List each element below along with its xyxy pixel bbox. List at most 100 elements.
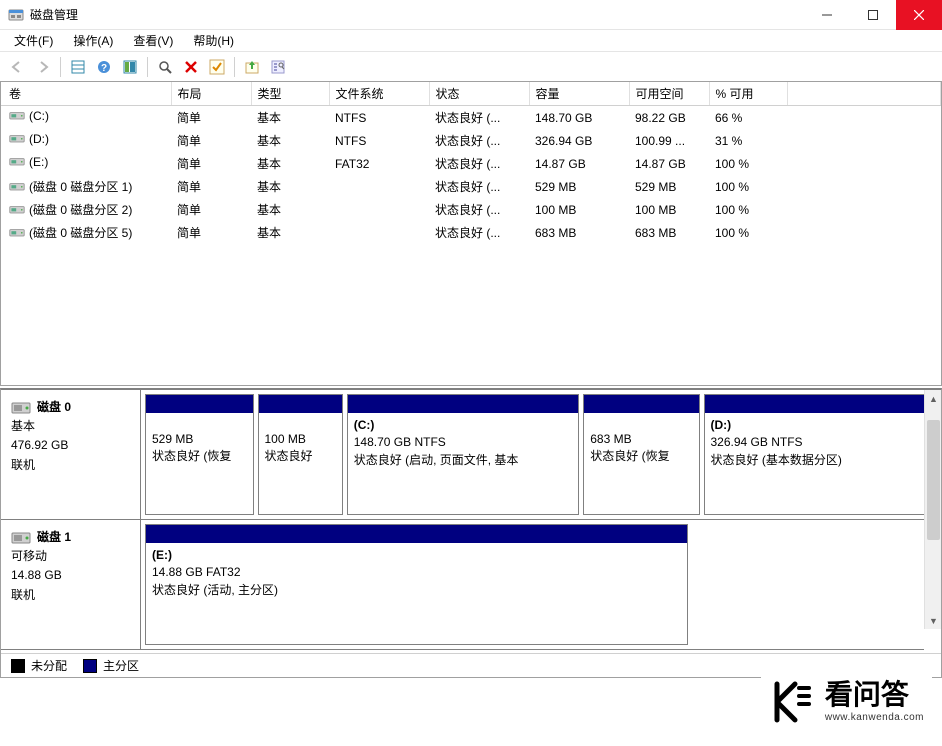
legend-primary: 主分区 xyxy=(83,657,139,674)
cell-pct: 100 % xyxy=(709,221,787,244)
table-row[interactable]: (E:)简单基本FAT32状态良好 (...14.87 GB14.87 GB10… xyxy=(1,152,941,175)
partition-size: 148.70 GB NTFS xyxy=(354,434,573,451)
menu-help[interactable]: 帮助(H) xyxy=(185,30,242,51)
col-filesystem[interactable]: 文件系统 xyxy=(329,82,429,106)
partition-block[interactable]: 683 MB状态良好 (恢复 xyxy=(583,394,699,515)
volume-icon xyxy=(9,181,25,193)
window-controls xyxy=(804,0,942,30)
cell-volume: (磁盘 0 磁盘分区 5) xyxy=(1,221,171,244)
partition-block[interactable]: 100 MB状态良好 xyxy=(258,394,343,515)
menu-bar: 文件(F) 操作(A) 查看(V) 帮助(H) xyxy=(0,30,942,52)
cell-type: 基本 xyxy=(251,129,329,152)
legend-unallocated-label: 未分配 xyxy=(31,657,67,674)
properties-button[interactable] xyxy=(267,56,289,78)
partition-name: (C:) xyxy=(354,417,573,434)
cell-filesystem xyxy=(329,198,429,221)
cell-volume: (C:) xyxy=(1,106,171,126)
table-row[interactable]: (C:)简单基本NTFS状态良好 (...148.70 GB98.22 GB66… xyxy=(1,106,941,130)
toolbar: ? xyxy=(0,52,942,82)
partition-status: 状态良好 xyxy=(265,448,336,465)
partition-block[interactable]: (C:)148.70 GB NTFS状态良好 (启动, 页面文件, 基本 xyxy=(347,394,580,515)
partition-block[interactable]: (D:)326.94 GB NTFS状态良好 (基本数据分区) xyxy=(704,394,937,515)
cell-filesystem: FAT32 xyxy=(329,152,429,175)
app-icon xyxy=(8,7,24,23)
disk-status: 联机 xyxy=(11,456,130,475)
scroll-up-arrow[interactable]: ▲ xyxy=(925,390,941,407)
table-row[interactable]: (D:)简单基本NTFS状态良好 (...326.94 GB100.99 ...… xyxy=(1,129,941,152)
volume-icon xyxy=(9,133,25,145)
cell-free: 683 MB xyxy=(629,221,709,244)
cell-layout: 简单 xyxy=(171,175,251,198)
volume-table[interactable]: 卷 布局 类型 文件系统 状态 容量 可用空间 % 可用 (C:)简单基本NTF… xyxy=(1,82,941,244)
partition-name: (E:) xyxy=(152,547,681,564)
cell-status: 状态良好 (... xyxy=(429,198,529,221)
partition-status: 状态良好 (活动, 主分区) xyxy=(152,582,681,599)
minimize-button[interactable] xyxy=(804,0,850,30)
partition-size: 683 MB xyxy=(590,431,692,448)
cell-capacity: 683 MB xyxy=(529,221,629,244)
col-free[interactable]: 可用空间 xyxy=(629,82,709,106)
scroll-down-arrow[interactable]: ▼ xyxy=(925,612,941,629)
partition-block[interactable]: 529 MB状态良好 (恢复 xyxy=(145,394,254,515)
partition-status: 状态良好 (恢复 xyxy=(590,448,692,465)
forward-button[interactable] xyxy=(32,56,54,78)
cell-pct: 66 % xyxy=(709,106,787,130)
view-graphical-button[interactable] xyxy=(119,56,141,78)
disk-icon xyxy=(11,401,31,415)
disk-row: 磁盘 1可移动14.88 GB联机(E:)14.88 GB FAT32状态良好 … xyxy=(1,520,924,650)
cell-filesystem: NTFS xyxy=(329,106,429,130)
cell-layout: 简单 xyxy=(171,129,251,152)
cell-type: 基本 xyxy=(251,106,329,130)
disk-icon xyxy=(11,531,31,545)
cell-free: 100 MB xyxy=(629,198,709,221)
close-button[interactable] xyxy=(896,0,942,30)
scrollbar-thumb[interactable] xyxy=(927,420,940,540)
col-capacity[interactable]: 容量 xyxy=(529,82,629,106)
disk-row: 磁盘 0基本476.92 GB联机529 MB状态良好 (恢复100 MB状态良… xyxy=(1,390,924,520)
check-button[interactable] xyxy=(206,56,228,78)
cell-filesystem xyxy=(329,221,429,244)
toolbar-separator xyxy=(60,57,61,77)
table-row[interactable]: (磁盘 0 磁盘分区 5)简单基本状态良好 (...683 MB683 MB10… xyxy=(1,221,941,244)
watermark-text: 看问答 xyxy=(825,681,924,712)
col-type[interactable]: 类型 xyxy=(251,82,329,106)
partition-status: 状态良好 (启动, 页面文件, 基本 xyxy=(354,452,573,469)
menu-view[interactable]: 查看(V) xyxy=(125,30,181,51)
watermark-url: www.kanwenda.com xyxy=(825,712,924,723)
help-button[interactable]: ? xyxy=(93,56,115,78)
watermark-logo-icon xyxy=(769,678,817,726)
cell-capacity: 100 MB xyxy=(529,198,629,221)
disk-size: 14.88 GB xyxy=(11,566,130,585)
menu-action[interactable]: 操作(A) xyxy=(65,30,121,51)
table-row[interactable]: (磁盘 0 磁盘分区 2)简单基本状态良好 (...100 MB100 MB10… xyxy=(1,198,941,221)
disk-partitions: (E:)14.88 GB FAT32状态良好 (活动, 主分区) xyxy=(141,520,924,649)
volume-icon xyxy=(9,227,25,239)
col-volume[interactable]: 卷 xyxy=(1,82,171,106)
table-row[interactable]: (磁盘 0 磁盘分区 1)简单基本状态良好 (...529 MB529 MB10… xyxy=(1,175,941,198)
disk-label-panel[interactable]: 磁盘 0基本476.92 GB联机 xyxy=(1,390,141,519)
col-layout[interactable]: 布局 xyxy=(171,82,251,106)
partition-header xyxy=(584,395,698,413)
cell-layout: 简单 xyxy=(171,106,251,130)
cell-capacity: 14.87 GB xyxy=(529,152,629,175)
delete-button[interactable] xyxy=(180,56,202,78)
menu-file[interactable]: 文件(F) xyxy=(6,30,61,51)
col-pct[interactable]: % 可用 xyxy=(709,82,787,106)
col-status[interactable]: 状态 xyxy=(429,82,529,106)
view-list-button[interactable] xyxy=(67,56,89,78)
refresh-button[interactable] xyxy=(154,56,176,78)
maximize-button[interactable] xyxy=(850,0,896,30)
cell-status: 状态良好 (... xyxy=(429,129,529,152)
vertical-scrollbar[interactable]: ▲ ▼ xyxy=(924,390,941,629)
cell-pct: 100 % xyxy=(709,175,787,198)
cell-filesystem xyxy=(329,175,429,198)
cell-pct: 100 % xyxy=(709,152,787,175)
volume-list-pane: 卷 布局 类型 文件系统 状态 容量 可用空间 % 可用 (C:)简单基本NTF… xyxy=(0,82,942,386)
disk-label-panel[interactable]: 磁盘 1可移动14.88 GB联机 xyxy=(1,520,141,649)
swatch-primary xyxy=(83,659,97,673)
up-button[interactable] xyxy=(241,56,263,78)
cell-free: 14.87 GB xyxy=(629,152,709,175)
cell-pct: 100 % xyxy=(709,198,787,221)
back-button[interactable] xyxy=(6,56,28,78)
partition-block[interactable]: (E:)14.88 GB FAT32状态良好 (活动, 主分区) xyxy=(145,524,688,645)
